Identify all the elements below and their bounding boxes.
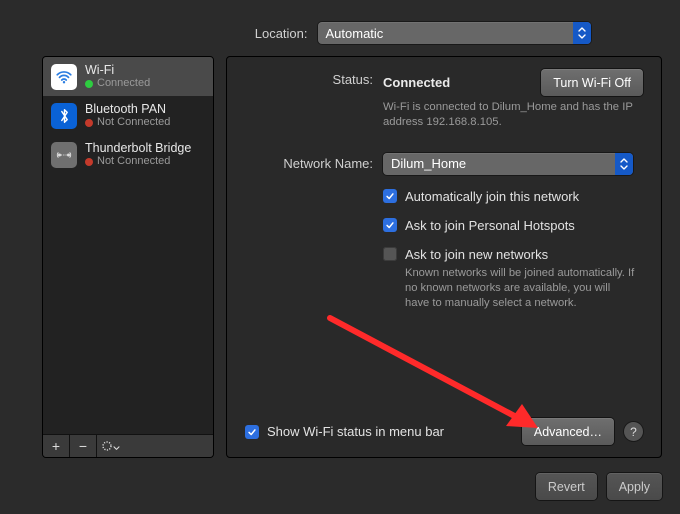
show-status-checkbox[interactable] — [245, 425, 259, 439]
network-name-select[interactable]: Dilum_Home — [383, 153, 633, 175]
auto-join-row: Automatically join this network — [383, 189, 643, 204]
wifi-icon — [51, 64, 77, 90]
ask-hotspots-checkbox[interactable] — [383, 218, 397, 232]
sidebar-item-status: Connected — [85, 77, 150, 90]
network-name-value: Dilum_Home — [383, 156, 474, 171]
sidebar-item-wifi[interactable]: Wi-Fi Connected — [43, 57, 213, 96]
sidebar-item-thunderbolt-bridge[interactable]: Thunderbolt Bridge Not Connected — [43, 135, 213, 174]
sidebar: Wi-Fi Connected Bluetooth PAN — [42, 56, 214, 458]
help-button[interactable]: ? — [624, 422, 643, 441]
sidebar-item-name: Thunderbolt Bridge — [85, 141, 191, 155]
sidebar-item-status: Not Connected — [85, 116, 170, 129]
updown-icon — [573, 22, 591, 44]
add-service-button[interactable]: + — [43, 435, 70, 457]
sidebar-footer: + − — [43, 434, 213, 457]
location-select-value: Automatic — [318, 26, 392, 41]
advanced-button[interactable]: Advanced… — [522, 418, 614, 445]
network-name-row: Network Name: Dilum_Home — [245, 153, 643, 175]
ask-new-checkbox[interactable] — [383, 247, 397, 261]
show-status-label: Show Wi-Fi status in menu bar — [267, 424, 444, 439]
detail-panel: Status: Connected Turn Wi-Fi Off Wi-Fi i… — [226, 56, 662, 458]
ask-new-label: Ask to join new networks — [405, 247, 548, 262]
remove-service-button[interactable]: − — [70, 435, 97, 457]
status-label: Status: — [245, 69, 383, 87]
sidebar-item-bluetooth-pan[interactable]: Bluetooth PAN Not Connected — [43, 96, 213, 135]
dotted-circle-icon — [101, 440, 113, 452]
sidebar-item-name: Bluetooth PAN — [85, 102, 170, 116]
service-actions-menu-button[interactable] — [97, 435, 123, 457]
location-select[interactable]: Automatic — [318, 22, 591, 44]
updown-icon — [615, 153, 633, 175]
plus-icon: + — [52, 438, 60, 454]
sidebar-item-texts: Wi-Fi Connected — [85, 63, 150, 90]
status-dot-icon — [85, 158, 93, 166]
bluetooth-icon — [51, 103, 77, 129]
network-preferences-window: Location: Automatic Wi-Fi — [0, 0, 680, 514]
revert-button[interactable]: Revert — [536, 473, 597, 500]
auto-join-label: Automatically join this network — [405, 189, 579, 204]
ask-new-row: Ask to join new networks — [383, 247, 643, 262]
sidebar-item-texts: Thunderbolt Bridge Not Connected — [85, 141, 191, 168]
wifi-toggle-button[interactable]: Turn Wi-Fi Off — [541, 69, 643, 96]
ask-new-help-text: Known networks will be joined automatica… — [405, 266, 637, 311]
status-row: Status: Connected Turn Wi-Fi Off Wi-Fi i… — [245, 69, 643, 131]
ask-hotspots-label: Ask to join Personal Hotspots — [405, 218, 575, 233]
status-value: Connected — [383, 75, 450, 90]
apply-button[interactable]: Apply — [607, 473, 662, 500]
minus-icon: − — [79, 438, 87, 454]
location-label: Location: — [70, 26, 308, 41]
status-note: Wi-Fi is connected to Dilum_Home and has… — [383, 100, 643, 131]
ask-hotspots-row: Ask to join Personal Hotspots — [383, 218, 643, 233]
location-row: Location: Automatic — [0, 22, 680, 44]
thunderbolt-bridge-icon — [51, 142, 77, 168]
sidebar-item-name: Wi-Fi — [85, 63, 150, 77]
network-name-label: Network Name: — [245, 153, 383, 171]
network-services-list[interactable]: Wi-Fi Connected Bluetooth PAN — [43, 57, 213, 434]
main-split: Wi-Fi Connected Bluetooth PAN — [42, 56, 662, 458]
auto-join-checkbox[interactable] — [383, 189, 397, 203]
sidebar-item-texts: Bluetooth PAN Not Connected — [85, 102, 170, 129]
status-dot-icon — [85, 80, 93, 88]
status-dot-icon — [85, 119, 93, 127]
sidebar-item-status: Not Connected — [85, 155, 191, 168]
detail-bottom-row: Show Wi-Fi status in menu bar Advanced… … — [245, 418, 643, 445]
chevron-down-icon — [113, 438, 120, 454]
footer-buttons: Revert Apply — [536, 473, 662, 500]
